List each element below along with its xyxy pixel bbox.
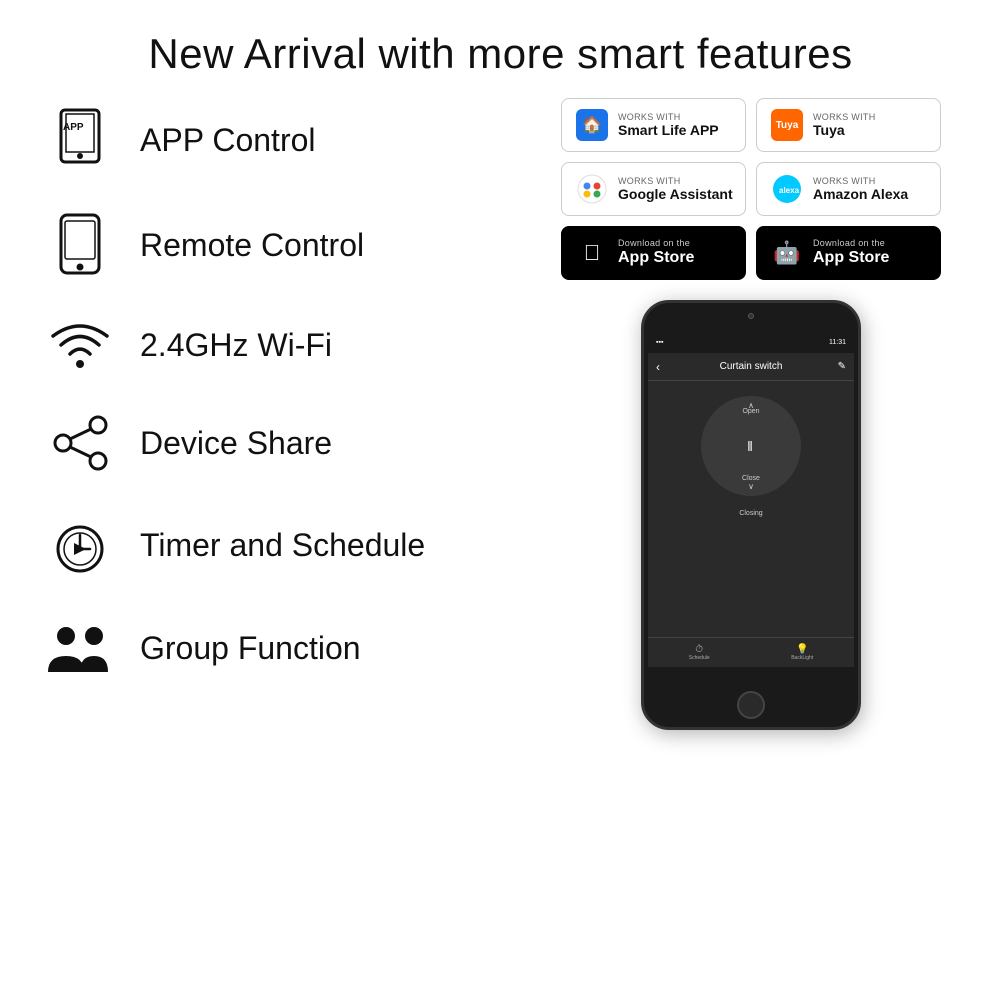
apple-store-download-text: Download on the <box>618 238 694 248</box>
group-label: Group Function <box>140 630 361 667</box>
phone-close-label: Close <box>742 475 760 482</box>
feature-group: Group Function <box>40 618 541 678</box>
google-works-with: WORKS WITH <box>618 176 733 186</box>
feature-device-share: Device Share <box>40 413 541 473</box>
remote-control-label: Remote Control <box>140 227 364 264</box>
phone-edit-button[interactable]: ✎ <box>838 361 846 372</box>
group-icon <box>40 618 120 678</box>
tuya-badge-icon: Tuya <box>769 107 805 143</box>
svg-text:APP: APP <box>63 122 84 133</box>
phone-closing-label: Closing <box>739 510 762 517</box>
wifi-icon <box>40 318 120 373</box>
phone-status-time: 11:31 <box>829 339 846 346</box>
android-store-badge-text: Download on the App Store <box>813 238 889 267</box>
alexa-badge-text: WORKS WITH Amazon Alexa <box>813 176 908 203</box>
apple-store-badge-text: Download on the App Store <box>618 238 694 267</box>
google-name: Google Assistant <box>618 186 733 203</box>
badge-appstore-android[interactable]: 🤖 Download on the App Store <box>756 226 941 280</box>
phone-bottom-nav: ⏱ Schedule 💡 BackLight <box>648 637 854 667</box>
app-icon: APP <box>40 108 120 173</box>
phone-schedule-label: Schedule <box>689 655 710 661</box>
wifi-label: 2.4GHz Wi-Fi <box>140 327 332 364</box>
badge-tuya: Tuya WORKS WITH Tuya <box>756 98 941 152</box>
google-badge-icon <box>574 171 610 207</box>
timer-icon <box>40 513 120 578</box>
smartlife-badge-icon: 🏠 <box>574 107 610 143</box>
smartlife-works-with: WORKS WITH <box>618 112 719 122</box>
android-badge-icon: 🤖 <box>769 235 805 271</box>
phone-schedule-icon: ⏱ <box>695 644 703 655</box>
alexa-name: Amazon Alexa <box>813 186 908 203</box>
phone-mockup: ▪▪▪ 11:31 ‹ Curtain switch ✎ ∧ Open ‖ Cl… <box>641 300 861 730</box>
phone-status-bar: ▪▪▪ 11:31 <box>648 331 854 353</box>
phone-camera <box>748 313 754 319</box>
android-store-download-text: Download on the <box>813 238 889 248</box>
phone-open-label: Open <box>742 408 759 415</box>
badges-grid: 🏠 WORKS WITH Smart Life APP Tuya WORKS W… <box>561 98 941 280</box>
feature-remote-control: Remote Control <box>40 213 541 278</box>
feature-timer: Timer and Schedule <box>40 513 541 578</box>
phone-backlight-icon: 💡 <box>796 644 808 655</box>
phone-header: ‹ Curtain switch ✎ <box>648 353 854 381</box>
phone-backlight-label: BackLight <box>791 655 813 661</box>
badge-appstore-apple[interactable]:  Download on the App Store <box>561 226 746 280</box>
phone-control-circle[interactable]: ∧ Open ‖ Close ∨ <box>701 396 801 496</box>
badge-alexa: alexa WORKS WITH Amazon Alexa <box>756 162 941 216</box>
phone-status-signal: ▪▪▪ <box>656 339 663 346</box>
tuya-badge-text: WORKS WITH Tuya <box>813 112 876 139</box>
badge-google: WORKS WITH Google Assistant <box>561 162 746 216</box>
phone-pause-icon: ‖ <box>747 438 755 454</box>
phone-screen: ▪▪▪ 11:31 ‹ Curtain switch ✎ ∧ Open ‖ Cl… <box>648 331 854 667</box>
smartlife-name: Smart Life APP <box>618 122 719 139</box>
apple-store-name: App Store <box>618 248 694 267</box>
phone-home-button[interactable] <box>737 691 765 719</box>
remote-icon <box>40 213 120 278</box>
feature-app-control: APP APP Control <box>40 108 541 173</box>
phone-down-arrow: ∨ <box>748 482 754 491</box>
tuya-name: Tuya <box>813 122 876 139</box>
app-control-label: APP Control <box>140 122 316 159</box>
apple-badge-icon:  <box>574 235 610 271</box>
timer-label: Timer and Schedule <box>140 527 425 564</box>
phone-nav-schedule[interactable]: ⏱ Schedule <box>689 644 710 661</box>
phone-back-button[interactable]: ‹ <box>656 360 660 374</box>
right-panel: 🏠 WORKS WITH Smart Life APP Tuya WORKS W… <box>541 98 961 730</box>
page-title: New Arrival with more smart features <box>0 0 1001 98</box>
smartlife-badge-text: WORKS WITH Smart Life APP <box>618 112 719 139</box>
alexa-badge-icon: alexa <box>769 171 805 207</box>
svg-text:alexa: alexa <box>779 186 800 195</box>
share-icon <box>40 413 120 473</box>
tuya-works-with: WORKS WITH <box>813 112 876 122</box>
features-panel: APP APP Control Remote Control <box>40 98 541 730</box>
google-badge-text: WORKS WITH Google Assistant <box>618 176 733 203</box>
device-share-label: Device Share <box>140 425 332 462</box>
feature-wifi: 2.4GHz Wi-Fi <box>40 318 541 373</box>
alexa-works-with: WORKS WITH <box>813 176 908 186</box>
badge-smartlife: 🏠 WORKS WITH Smart Life APP <box>561 98 746 152</box>
android-store-name: App Store <box>813 248 889 267</box>
phone-nav-backlight[interactable]: 💡 BackLight <box>791 644 813 661</box>
phone-content: ∧ Open ‖ Close ∨ Closing <box>648 381 854 517</box>
phone-title: Curtain switch <box>720 361 783 372</box>
